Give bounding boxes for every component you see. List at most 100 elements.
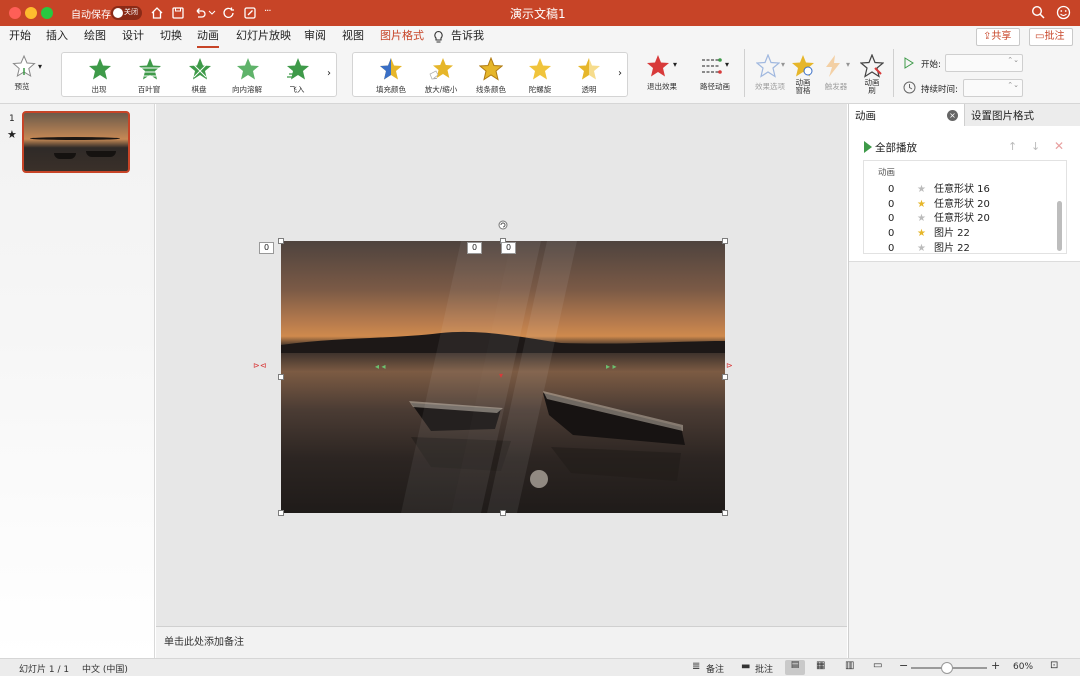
effect-fill-color[interactable]: 填充颜色 [367, 57, 415, 95]
blinds-star-icon [139, 58, 161, 80]
undo-dropdown-icon[interactable] [208, 9, 216, 17]
effect-appear[interactable]: 出现 [77, 57, 121, 95]
search-icon[interactable] [1031, 5, 1046, 20]
zoom-slider-thumb[interactable] [941, 662, 953, 674]
duration-input[interactable]: ⌃⌄ [963, 79, 1023, 97]
resize-handle-tl[interactable] [278, 238, 284, 244]
play-all-label: 全部播放 [875, 142, 917, 154]
slideshow-icon[interactable]: ▭ [873, 660, 882, 671]
tab-slideshow[interactable]: 幻灯片放映 [236, 26, 291, 48]
animation-painter-button[interactable]: 动画 刷 [858, 54, 886, 102]
remove-animation-icon[interactable]: ✕ [1054, 139, 1064, 153]
autosave-toggle[interactable]: 关闭 [111, 6, 142, 20]
comments-icon: ▬ [741, 661, 751, 672]
effect-options-button[interactable]: ▾ 效果选项 [750, 54, 790, 98]
tab-transitions[interactable]: 切换 [160, 26, 182, 48]
minimize-window-button[interactable] [25, 7, 37, 19]
slide-thumbnail-1[interactable] [22, 111, 130, 173]
undo-icon[interactable] [193, 6, 207, 20]
exit-effects-button[interactable]: ▾ 退出效果 [640, 54, 688, 98]
reading-view-icon[interactable]: ▥ [845, 660, 854, 671]
effect-fly-in[interactable]: 飞入 [275, 57, 319, 95]
tab-tell-me[interactable]: 告诉我 [451, 26, 484, 48]
pane-tab-format-label: 设置图片格式 [971, 110, 1034, 122]
pane-tab-format-picture[interactable]: 设置图片格式 [965, 104, 1080, 126]
animation-list-rows: 0 ★ 任意形状 16 0 ★ 任意形状 20 0 ★ 任意形状 20 0 ★ [864, 183, 1054, 254]
resize-handle-bl[interactable] [278, 510, 284, 516]
zoom-percent[interactable]: 60% [1013, 662, 1033, 672]
line-color-star-icon [479, 57, 503, 81]
entrance-more-chevron-icon[interactable]: › [327, 68, 331, 79]
edit-icon[interactable] [243, 6, 257, 20]
animation-list-item[interactable]: 0 ★ 图片 22 [864, 227, 1052, 242]
effect-spin[interactable]: 陀螺旋 [516, 57, 564, 95]
language-indicator[interactable]: 中文 (中国) [82, 662, 128, 675]
status-bar: 幻灯片 1 / 1 中文 (中国) ≣ 备注 ▬ 批注 ▤ ▦ ▥ ▭ − + … [0, 658, 1080, 676]
share-button[interactable]: ⇪共享 [976, 28, 1020, 46]
list-scrollbar[interactable] [1057, 201, 1062, 251]
resize-handle-left[interactable] [278, 374, 284, 380]
resize-handle-tr[interactable] [722, 238, 728, 244]
animation-list-item[interactable]: 0 ★ 图片 22 [864, 242, 1052, 257]
animation-list-item[interactable]: 0 ★ 任意形状 16 [864, 183, 1052, 198]
rotate-handle-icon[interactable] [498, 220, 508, 230]
feedback-smiley-icon[interactable] [1056, 5, 1071, 20]
effect-checkerboard[interactable]: 棋盘 [177, 57, 221, 95]
home-icon[interactable] [150, 6, 164, 20]
animation-list-item[interactable]: 0 ★ 任意形状 20 [864, 212, 1052, 227]
resize-handle-br[interactable] [722, 510, 728, 516]
animation-order-badge[interactable]: 0 [467, 242, 482, 254]
resize-handle-bottom[interactable] [500, 510, 506, 516]
save-icon[interactable] [171, 6, 185, 20]
notes-toggle[interactable]: 备注 [706, 662, 724, 675]
effect-transparency[interactable]: 透明 [565, 57, 613, 95]
tab-design[interactable]: 设计 [122, 26, 144, 48]
redo-icon[interactable] [222, 6, 236, 20]
start-select[interactable]: ⌃⌄ [945, 54, 1023, 72]
motion-path-center-marker-icon: ▾ [499, 371, 504, 380]
tab-insert[interactable]: 插入 [46, 26, 68, 48]
preview-button[interactable]: ▾ 预览 [6, 54, 46, 94]
animation-order-badge[interactable]: 0 [259, 242, 274, 254]
comments-button[interactable]: ▭批注 [1029, 28, 1073, 46]
slide-number: 1 [9, 114, 15, 124]
move-up-arrow-icon[interactable]: ↑ [1008, 140, 1017, 153]
fit-to-window-icon[interactable]: ⊡ [1050, 660, 1058, 671]
tab-home[interactable]: 开始 [9, 26, 31, 48]
motion-path-button[interactable]: ▾ 路径动画 [696, 54, 736, 98]
close-icon[interactable]: × [947, 110, 958, 121]
tab-review[interactable]: 审阅 [304, 26, 326, 48]
preview-dropdown-icon[interactable]: ▾ [38, 62, 42, 71]
zoom-slider[interactable] [911, 662, 987, 674]
ribbon-divider [893, 49, 894, 97]
tab-draw[interactable]: 绘图 [84, 26, 106, 48]
effect-dissolve-in[interactable]: 向内溶解 [225, 57, 269, 95]
zoom-in-icon[interactable]: + [991, 659, 1000, 672]
pane-tab-animation[interactable]: 动画 × [849, 104, 965, 126]
zoom-out-icon[interactable]: − [899, 659, 908, 672]
effect-line-color[interactable]: 线条颜色 [467, 57, 515, 95]
tab-view[interactable]: 视图 [342, 26, 364, 48]
comments-toggle[interactable]: 批注 [755, 662, 773, 675]
title-bar: 自动保存 关闭 ··· 演示文稿1 [0, 0, 1080, 26]
animation-pane-button[interactable]: 动画 窗格 [788, 54, 818, 102]
emphasis-more-chevron-icon[interactable]: › [618, 68, 622, 79]
close-window-button[interactable] [9, 7, 21, 19]
trigger-button[interactable]: ▾ 触发器 [820, 54, 854, 98]
tab-animations[interactable]: 动画 [197, 26, 219, 48]
tab-picture-format[interactable]: 图片格式 [380, 26, 424, 48]
maximize-window-button[interactable] [41, 7, 53, 19]
notes-area[interactable]: 单击此处添加备注 [156, 626, 847, 658]
share-label: 共享 [991, 31, 1012, 42]
normal-view-icon[interactable]: ▤ [785, 660, 805, 675]
animation-order-badge[interactable]: 0 [501, 242, 516, 254]
slide-sorter-icon[interactable]: ▦ [816, 660, 825, 671]
animation-order: 0 [888, 213, 895, 225]
effect-blinds[interactable]: 百叶窗 [127, 57, 171, 95]
move-down-arrow-icon[interactable]: ↓ [1031, 140, 1040, 153]
resize-handle-right[interactable] [722, 374, 728, 380]
effect-grow-shrink[interactable]: 放大/缩小 [417, 57, 465, 95]
animation-list-item[interactable]: 0 ★ 任意形状 20 [864, 198, 1052, 213]
more-commands-icon[interactable]: ··· [264, 6, 271, 17]
gold-star-icon: ★ [917, 228, 926, 240]
